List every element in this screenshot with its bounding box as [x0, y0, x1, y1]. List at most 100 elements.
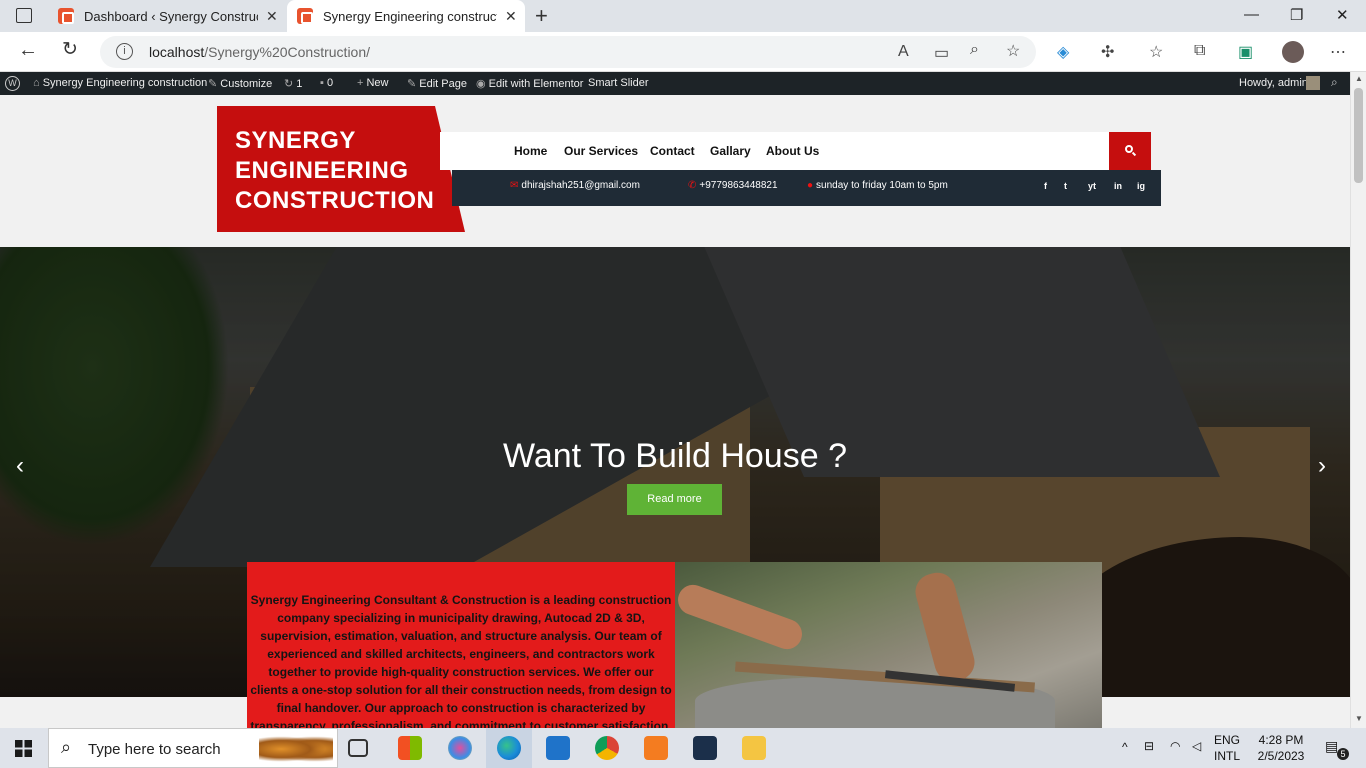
- minimize-icon[interactable]: —: [1244, 6, 1259, 23]
- language-indicator[interactable]: ENG INTL: [1214, 732, 1240, 764]
- nav-home[interactable]: Home: [514, 144, 547, 158]
- header-search-button[interactable]: [1109, 132, 1151, 170]
- nav-gallary[interactable]: Gallary: [710, 144, 751, 158]
- wifi-icon[interactable]: ◠: [1170, 739, 1180, 753]
- read-more-button[interactable]: Read more: [627, 484, 722, 515]
- site-info-icon[interactable]: i: [116, 43, 133, 60]
- wp-edit-page[interactable]: ✎ Edit Page: [407, 77, 467, 90]
- profile-avatar[interactable]: [1282, 41, 1304, 63]
- tab-dashboard[interactable]: Dashboard ‹ Synergy Constructio ✕: [48, 0, 284, 32]
- copilot-icon[interactable]: ◈: [1057, 42, 1069, 62]
- task-view-icon[interactable]: [348, 739, 368, 757]
- wordpress-logo-icon[interactable]: W: [5, 76, 20, 91]
- scroll-down-icon[interactable]: ▼: [1355, 714, 1363, 723]
- youtube-icon[interactable]: yt: [1088, 181, 1096, 191]
- tab-synergy[interactable]: Synergy Engineering constructio ✕: [287, 0, 525, 32]
- paint-icon[interactable]: [448, 736, 472, 760]
- close-tab-icon[interactable]: ✕: [505, 8, 517, 25]
- wp-edit-elementor[interactable]: ◉ Edit with Elementor: [476, 77, 583, 90]
- lang-top: ENG: [1214, 733, 1241, 747]
- filezilla-icon[interactable]: [693, 736, 717, 760]
- edge-icon[interactable]: [497, 736, 521, 760]
- instagram-icon[interactable]: ig: [1137, 181, 1145, 191]
- volume-icon[interactable]: ◁: [1192, 739, 1201, 753]
- contact-info-bar: ✉ dhirajshah251@gmail.com ✆ +9779863448821…: [452, 170, 1161, 206]
- read-aloud-icon[interactable]: A: [898, 43, 909, 61]
- slider-next-icon[interactable]: ›: [1318, 452, 1334, 480]
- email-icon: ✉: [510, 180, 519, 191]
- new-tab-button[interactable]: +: [535, 3, 548, 29]
- butterfly-icon: [259, 734, 333, 764]
- clock-date: 2/5/2023: [1257, 749, 1305, 763]
- nav-contact[interactable]: Contact: [650, 144, 695, 158]
- windows-taskbar: ⌕ Type here to search ^ ⊟ ◠ ◁ ENG INTL 4…: [0, 728, 1366, 768]
- url-bar[interactable]: i localhost/Synergy%20Construction/ A ▭ …: [100, 36, 1036, 68]
- refresh-icon[interactable]: ↻: [62, 38, 78, 61]
- url-text[interactable]: localhost/Synergy%20Construction/: [149, 44, 370, 60]
- admin-avatar[interactable]: [1306, 76, 1320, 90]
- slider-prev-icon[interactable]: ‹: [16, 452, 32, 480]
- collections-icon[interactable]: ⧉: [1194, 42, 1205, 60]
- windows-start-icon[interactable]: [15, 740, 32, 757]
- logo-line-1: SYNERGY: [235, 127, 356, 154]
- phone-text: +9779863448821: [699, 180, 778, 191]
- new-label: New: [366, 77, 389, 89]
- extensions-icon[interactable]: ✣: [1101, 42, 1114, 62]
- updates-icon: ↻: [284, 78, 297, 90]
- worker-arm-image: [675, 580, 807, 654]
- chrome-icon[interactable]: [595, 736, 619, 760]
- email-info[interactable]: ✉ dhirajshah251@gmail.com: [510, 180, 640, 191]
- main-nav: Home Our Services Contact Gallary About …: [440, 132, 1110, 170]
- favorite-add-icon[interactable]: ☆: [1006, 41, 1020, 61]
- nav-about-us[interactable]: About Us: [766, 144, 819, 158]
- clock-time: 4:28 PM: [1258, 733, 1304, 747]
- wp-new[interactable]: + New: [357, 77, 389, 89]
- lang-bottom: INTL: [1214, 749, 1241, 763]
- back-icon[interactable]: ←: [18, 39, 38, 62]
- nav-our-services[interactable]: Our Services: [564, 144, 638, 158]
- file-explorer-icon[interactable]: [742, 736, 766, 760]
- page-scrollbar[interactable]: ▲ ▼: [1350, 72, 1366, 728]
- show-hidden-icons[interactable]: ^: [1122, 740, 1128, 754]
- taskbar-search-placeholder: Type here to search: [88, 741, 221, 758]
- about-text: Synergy Engineering Consultant & Constru…: [250, 593, 672, 728]
- microsoft-store-icon[interactable]: [398, 736, 422, 760]
- phone-info[interactable]: ✆ +9779863448821: [688, 180, 778, 191]
- facebook-icon[interactable]: f: [1044, 181, 1047, 191]
- wp-comments[interactable]: ▪ 0: [320, 77, 333, 89]
- wp-updates[interactable]: ↻ 1: [284, 77, 302, 90]
- more-menu-icon[interactable]: ⋯: [1330, 42, 1346, 62]
- scroll-thumb[interactable]: [1354, 88, 1363, 183]
- wp-search-icon[interactable]: ⌕: [1331, 75, 1338, 90]
- xampp-favicon-icon: [297, 8, 313, 24]
- close-window-icon[interactable]: ✕: [1336, 6, 1349, 24]
- xampp-icon[interactable]: [644, 736, 668, 760]
- mail-icon[interactable]: [546, 736, 570, 760]
- twitter-icon[interactable]: t: [1064, 181, 1067, 191]
- logo-line-2: ENGINEERING: [235, 157, 409, 184]
- comment-icon: ▪: [320, 77, 327, 89]
- close-tab-icon[interactable]: ✕: [266, 8, 278, 25]
- maximize-icon[interactable]: ❐: [1290, 6, 1303, 24]
- favorites-icon[interactable]: ☆: [1149, 42, 1163, 62]
- hours-text: sunday to friday 10am to 5pm: [816, 180, 948, 191]
- edge-bar-icon[interactable]: ▣: [1238, 42, 1253, 62]
- comments-count: 0: [326, 77, 334, 89]
- immersive-reader-icon[interactable]: ▭: [934, 43, 949, 63]
- site-logo[interactable]: SYNERGY ENGINEERING CONSTRUCTION: [217, 106, 465, 232]
- wp-site-name[interactable]: ⌂ Synergy Engineering construction: [33, 77, 207, 89]
- wp-customize[interactable]: ✎ Customize: [208, 77, 272, 90]
- about-text-box: Synergy Engineering Consultant & Constru…: [247, 562, 675, 728]
- wp-smart-slider[interactable]: Smart Slider: [588, 77, 649, 89]
- linkedin-icon[interactable]: in: [1114, 181, 1122, 191]
- wp-admin-bar: W ⌂ Synergy Engineering construction ✎ C…: [0, 72, 1350, 95]
- wp-howdy[interactable]: Howdy, admin: [1239, 77, 1308, 89]
- network-cable-icon[interactable]: ⊟: [1144, 739, 1154, 753]
- clock[interactable]: 4:28 PM 2/5/2023: [1256, 732, 1306, 764]
- notification-count: 5: [1337, 748, 1349, 760]
- scroll-up-icon[interactable]: ▲: [1355, 74, 1363, 83]
- taskbar-search[interactable]: ⌕ Type here to search: [48, 728, 338, 768]
- zoom-icon[interactable]: ⌕: [970, 41, 979, 59]
- phone-icon: ✆: [688, 180, 697, 191]
- tab-actions-icon[interactable]: [16, 8, 32, 23]
